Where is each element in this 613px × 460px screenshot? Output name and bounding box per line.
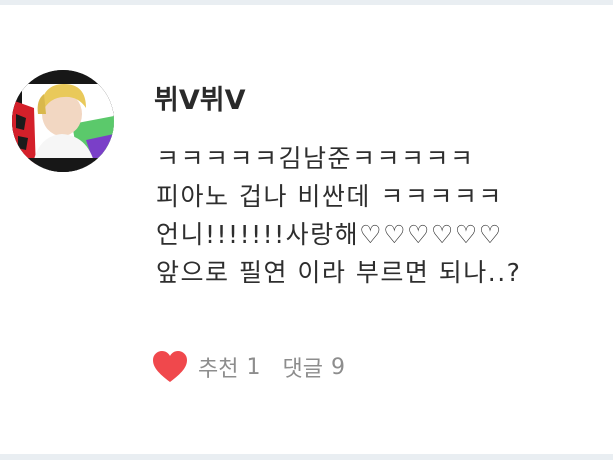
comment-line: 언니!!!!!!!사랑해♡♡♡♡♡♡ <box>156 220 503 249</box>
comment-actions: 추천 1 댓글 9 <box>152 347 345 387</box>
comment-line: 앞으로 필연 이라 부르면 되나..? <box>156 258 522 287</box>
reply-button[interactable]: 댓글 9 <box>282 351 344 383</box>
top-divider <box>0 0 613 5</box>
comment-line: 피아노 겁나 비싼데 ㅋㅋㅋㅋㅋ <box>156 182 503 211</box>
like-label: 추천 <box>198 357 239 382</box>
like-count: 1 <box>246 354 261 380</box>
profile-photo-icon <box>12 70 114 172</box>
username[interactable]: 뷔V뷔V <box>154 78 245 117</box>
reply-label: 댓글 <box>282 357 323 382</box>
bottom-divider <box>0 454 613 460</box>
reply-count: 9 <box>330 354 345 380</box>
avatar[interactable] <box>12 70 114 172</box>
comment-line: ㅋㅋㅋㅋㅋ김남준ㅋㅋㅋㅋㅋ <box>156 144 475 173</box>
heart-icon <box>153 351 187 382</box>
comment-text: ㅋㅋㅋㅋㅋ김남준ㅋㅋㅋㅋㅋ 피아노 겁나 비싼데 ㅋㅋㅋㅋㅋ 언니!!!!!!!… <box>156 140 608 292</box>
like-button[interactable]: 추천 1 <box>152 350 260 384</box>
